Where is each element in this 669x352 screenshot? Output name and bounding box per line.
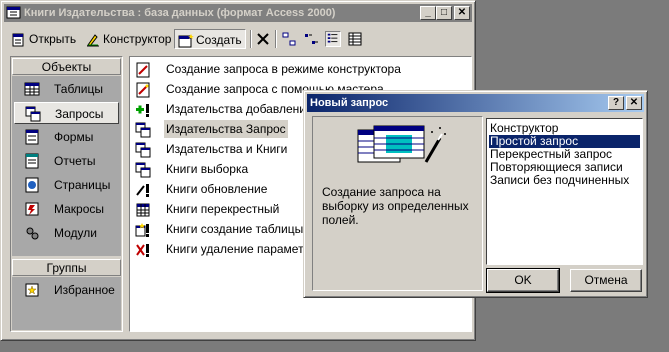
object-label: Таблицы <box>54 82 104 96</box>
ok-button[interactable]: OK <box>486 268 560 293</box>
object-label: Отчеты <box>54 154 96 168</box>
report-icon <box>25 153 39 169</box>
help-button[interactable]: ? <box>608 96 624 110</box>
database-window-titlebar[interactable]: Книги Издательства : база данных (формат… <box>4 4 472 22</box>
object-item-forms[interactable]: Формы <box>14 126 119 148</box>
design-button[interactable]: Конструктор <box>85 29 171 49</box>
design-wizard-icon <box>136 62 150 78</box>
details-view-icon[interactable] <box>347 31 363 47</box>
list-item-label: Книги выборка <box>166 162 249 176</box>
object-label: Запросы <box>55 107 104 121</box>
crosstab-query-icon <box>136 203 150 217</box>
dialog-close-button[interactable]: ✕ <box>626 96 642 110</box>
database-toolbar: Открыть Конструктор Создать <box>5 25 471 53</box>
objects-header[interactable]: Объекты <box>12 58 121 75</box>
query-type-list[interactable]: Конструктор Простой запрос Перекрестный … <box>486 118 643 265</box>
list-item-label: Издательства и Книги <box>166 142 288 156</box>
select-query-icon <box>135 162 151 178</box>
objects-bar: Объекты Таблицы Запросы Формы Отчеты Стр… <box>10 56 123 332</box>
group-label: Избранное <box>54 283 115 297</box>
create-button[interactable]: Создать <box>174 29 246 49</box>
open-button[interactable]: Открыть <box>11 29 76 49</box>
group-item-favorites[interactable]: Избранное <box>14 279 119 301</box>
list-item-label: Книги удаление параметри <box>166 242 317 256</box>
create-label: Создать <box>196 33 242 47</box>
toolbar-separator <box>275 30 277 48</box>
list-item-label: Создание запроса в режиме конструктора <box>166 62 401 76</box>
query-wizard-illustration-icon <box>357 125 446 163</box>
open-icon <box>12 33 24 47</box>
object-label: Модули <box>54 226 97 240</box>
design-label: Конструктор <box>103 32 172 46</box>
macro-icon <box>25 202 39 216</box>
object-item-queries[interactable]: Запросы <box>14 102 119 124</box>
design-icon <box>87 34 99 47</box>
delete-icon[interactable] <box>255 31 271 47</box>
dialog-title: Новый запрос <box>310 97 389 109</box>
dialog-description: Создание запроса на выборку из определен… <box>322 185 469 227</box>
module-icon <box>26 227 39 240</box>
minimize-button[interactable]: _ <box>420 6 436 20</box>
object-item-macros[interactable]: Макросы <box>14 198 119 220</box>
objects-list: Таблицы Запросы Формы Отчеты Страницы Ма… <box>12 76 121 256</box>
list-item-label: Издательства добавление <box>166 102 313 116</box>
list-item-label: Книги перекрестный <box>166 202 280 216</box>
object-item-pages[interactable]: Страницы <box>14 174 119 196</box>
append-query-icon <box>136 104 149 117</box>
page-icon <box>25 177 39 193</box>
delete-query-icon <box>136 244 149 257</box>
groups-header[interactable]: Группы <box>12 259 121 276</box>
open-label: Открыть <box>29 32 77 46</box>
favorites-icon <box>25 283 39 297</box>
cancel-button[interactable]: Отмена <box>570 269 642 292</box>
form-icon <box>25 129 39 145</box>
update-query-icon <box>136 184 149 197</box>
object-item-reports[interactable]: Отчеты <box>14 150 119 172</box>
database-app-icon <box>6 6 21 19</box>
object-item-tables[interactable]: Таблицы <box>14 78 119 100</box>
object-label: Формы <box>54 130 94 144</box>
create-new-icon <box>178 33 194 48</box>
groups-list: Избранное <box>12 277 121 330</box>
database-window-title: Книги Издательства : база данных (формат… <box>24 7 336 19</box>
select-query-icon <box>135 142 151 158</box>
query-type-option[interactable]: Записи без подчиненных <box>489 174 640 187</box>
dialog-titlebar[interactable]: Новый запрос ? ✕ <box>307 94 644 112</box>
table-icon <box>24 82 40 96</box>
object-label: Макросы <box>54 202 105 216</box>
object-label: Страницы <box>54 178 111 192</box>
small-icons-view-icon[interactable] <box>303 31 319 47</box>
large-icons-view-icon[interactable] <box>281 31 297 47</box>
close-button[interactable]: ✕ <box>454 6 470 20</box>
wizard-icon <box>136 82 150 98</box>
dialog-preview-panel: Создание запроса на выборку из определен… <box>312 116 483 291</box>
query-icon <box>25 106 41 122</box>
list-item-label: Книги создание таблицы <box>166 222 304 236</box>
select-query-icon <box>135 122 151 138</box>
make-table-query-icon <box>135 223 149 237</box>
new-query-dialog: Новый запрос ? ✕ Создание запроса на выб… <box>303 90 648 298</box>
maximize-button[interactable]: □ <box>436 6 452 20</box>
list-view-icon[interactable] <box>325 31 341 47</box>
list-item-label: Издательства Запрос <box>164 120 288 138</box>
toolbar-separator <box>250 30 252 48</box>
object-item-modules[interactable]: Модули <box>14 222 119 244</box>
list-item-label: Книги обновление <box>166 182 268 196</box>
